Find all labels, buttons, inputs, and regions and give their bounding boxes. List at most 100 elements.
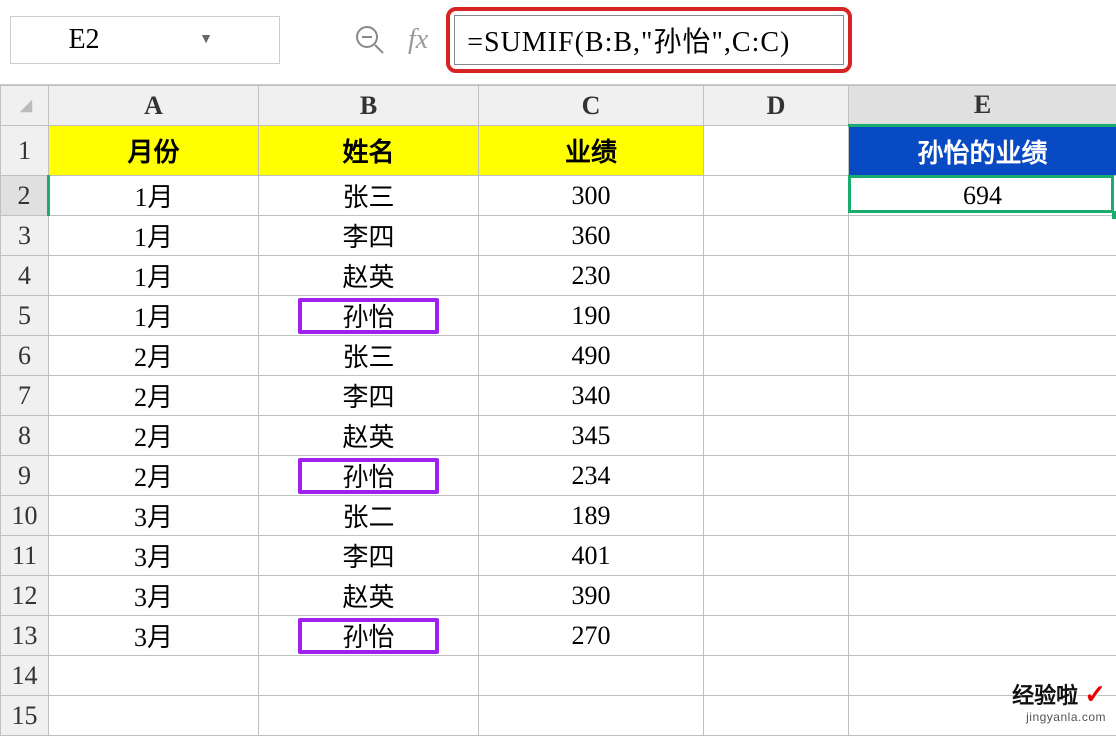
cell-A3[interactable]: 1月 [49, 216, 259, 256]
cell-C6[interactable]: 490 [479, 336, 704, 376]
cell-D4[interactable] [704, 256, 849, 296]
column-header-A[interactable]: A [49, 86, 259, 126]
cell-A4[interactable]: 1月 [49, 256, 259, 296]
header-score[interactable]: 业绩 [479, 126, 704, 176]
cell-E4[interactable] [849, 256, 1116, 296]
table-row: 51月孙怡190 [1, 296, 1116, 336]
cell-C2[interactable]: 300 [479, 176, 704, 216]
cell-D12[interactable] [704, 576, 849, 616]
cell-D6[interactable] [704, 336, 849, 376]
row-header-6[interactable]: 6 [1, 336, 49, 376]
checkmark-icon: ✓ [1084, 679, 1106, 709]
cell-B5[interactable]: 孙怡 [259, 296, 479, 336]
fill-handle[interactable] [1112, 211, 1116, 219]
cell-A6[interactable]: 2月 [49, 336, 259, 376]
row-header-11[interactable]: 11 [1, 536, 49, 576]
cell-A7[interactable]: 2月 [49, 376, 259, 416]
select-all-corner[interactable] [1, 86, 49, 126]
row-header-8[interactable]: 8 [1, 416, 49, 456]
cell-A2[interactable]: 1月 [49, 176, 259, 216]
column-header-B[interactable]: B [259, 86, 479, 126]
cell-A13[interactable]: 3月 [49, 616, 259, 656]
cell-B12[interactable]: 赵英 [259, 576, 479, 616]
cell-C9[interactable]: 234 [479, 456, 704, 496]
cell-C11[interactable]: 401 [479, 536, 704, 576]
zoom-out-icon[interactable] [350, 20, 390, 60]
row-header-9[interactable]: 9 [1, 456, 49, 496]
cell-B7[interactable]: 李四 [259, 376, 479, 416]
cell-C5[interactable]: 190 [479, 296, 704, 336]
cell-E6[interactable] [849, 336, 1116, 376]
cell-B13[interactable]: 孙怡 [259, 616, 479, 656]
cell-A5[interactable]: 1月 [49, 296, 259, 336]
cell-E2[interactable]: 694 [849, 176, 1116, 216]
cell-B4[interactable]: 赵英 [259, 256, 479, 296]
cell-A11[interactable]: 3月 [49, 536, 259, 576]
watermark-text: 经验啦 [1012, 683, 1078, 708]
cell-A14[interactable] [49, 656, 259, 696]
name-box[interactable]: E2 ▼ [10, 16, 280, 64]
watermark: 经验啦 ✓ jingyanla.com [1012, 678, 1106, 724]
header-month[interactable]: 月份 [49, 126, 259, 176]
cell-E3[interactable] [849, 216, 1116, 256]
cell-D8[interactable] [704, 416, 849, 456]
row-header-2[interactable]: 2 [1, 176, 49, 216]
cell-D7[interactable] [704, 376, 849, 416]
cell-C12[interactable]: 390 [479, 576, 704, 616]
cell-B9[interactable]: 孙怡 [259, 456, 479, 496]
row-header-1[interactable]: 1 [1, 126, 49, 176]
cell-C3[interactable]: 360 [479, 216, 704, 256]
fx-label[interactable]: fx [408, 24, 428, 56]
cell-A9[interactable]: 2月 [49, 456, 259, 496]
cell-C4[interactable]: 230 [479, 256, 704, 296]
cell-D5[interactable] [704, 296, 849, 336]
cell-E13[interactable] [849, 616, 1116, 656]
cell-E11[interactable] [849, 536, 1116, 576]
cell-C10[interactable]: 189 [479, 496, 704, 536]
cell-C13[interactable]: 270 [479, 616, 704, 656]
cell-E9[interactable] [849, 456, 1116, 496]
cell-A10[interactable]: 3月 [49, 496, 259, 536]
cell-E7[interactable] [849, 376, 1116, 416]
cell-E8[interactable] [849, 416, 1116, 456]
cell-D3[interactable] [704, 216, 849, 256]
cell-B8[interactable]: 赵英 [259, 416, 479, 456]
row-header-14[interactable]: 14 [1, 656, 49, 696]
cell-E5[interactable] [849, 296, 1116, 336]
cell-D2[interactable] [704, 176, 849, 216]
column-header-C[interactable]: C [479, 86, 704, 126]
header-name[interactable]: 姓名 [259, 126, 479, 176]
cell-C8[interactable]: 345 [479, 416, 704, 456]
header-sunyi-score[interactable]: 孙怡的业绩 [849, 126, 1116, 176]
row-header-13[interactable]: 13 [1, 616, 49, 656]
row-header-5[interactable]: 5 [1, 296, 49, 336]
table-row: 21月张三300 694 [1, 176, 1116, 216]
dropdown-arrow-icon[interactable]: ▼ [145, 32, 267, 48]
row-header-4[interactable]: 4 [1, 256, 49, 296]
row-header-10[interactable]: 10 [1, 496, 49, 536]
cell-D14[interactable] [704, 656, 849, 696]
cell-B14[interactable] [259, 656, 479, 696]
row-header-3[interactable]: 3 [1, 216, 49, 256]
cell-A12[interactable]: 3月 [49, 576, 259, 616]
formula-input[interactable]: =SUMIF(B:B,"孙怡",C:C) [454, 15, 844, 65]
column-header-E[interactable]: E [849, 86, 1116, 126]
cell-C7[interactable]: 340 [479, 376, 704, 416]
cell-B3[interactable]: 李四 [259, 216, 479, 256]
cell-D1[interactable] [704, 126, 849, 176]
cell-B6[interactable]: 张三 [259, 336, 479, 376]
cell-C14[interactable] [479, 656, 704, 696]
row-header-7[interactable]: 7 [1, 376, 49, 416]
cell-A8[interactable]: 2月 [49, 416, 259, 456]
cell-E10[interactable] [849, 496, 1116, 536]
cell-B10[interactable]: 张二 [259, 496, 479, 536]
cell-D9[interactable] [704, 456, 849, 496]
column-header-D[interactable]: D [704, 86, 849, 126]
row-header-12[interactable]: 12 [1, 576, 49, 616]
cell-E12[interactable] [849, 576, 1116, 616]
cell-B2[interactable]: 张三 [259, 176, 479, 216]
cell-D11[interactable] [704, 536, 849, 576]
cell-D10[interactable] [704, 496, 849, 536]
cell-D13[interactable] [704, 616, 849, 656]
cell-B11[interactable]: 李四 [259, 536, 479, 576]
